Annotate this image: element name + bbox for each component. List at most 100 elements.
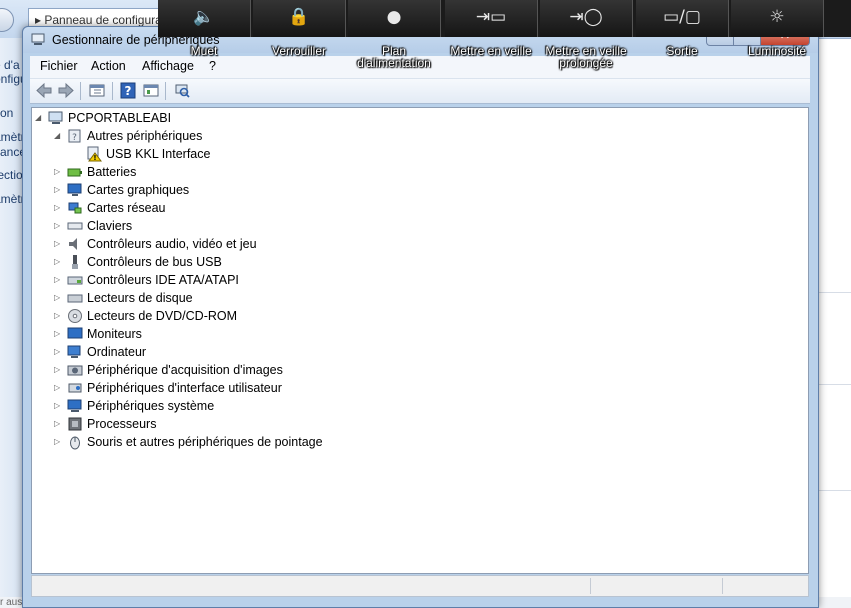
- left-pane-text[interactable]: e d'a: [0, 58, 20, 72]
- menu-affichage[interactable]: Affichage: [142, 59, 194, 73]
- expand-arrow-icon[interactable]: ▷: [54, 181, 63, 199]
- expand-arrow-icon[interactable]: ▷: [54, 433, 63, 451]
- overlay-button-label: Muet: [190, 44, 218, 58]
- tree-device-usb-kkl[interactable]: ! USB KKL Interface: [32, 145, 802, 163]
- overlay-button-label: Luminosité: [747, 44, 807, 58]
- expand-arrow-icon[interactable]: ▷: [54, 163, 63, 181]
- warning-device-icon: !: [87, 146, 102, 162]
- disk-drive-icon: [67, 294, 83, 303]
- tree-category[interactable]: ▷ Ordinateur: [32, 343, 802, 361]
- overlay-button-label: Sortie: [666, 44, 698, 58]
- display-output-icon: ▭/▢: [663, 7, 701, 27]
- status-bar: [31, 575, 809, 597]
- background-back-button[interactable]: [0, 8, 14, 32]
- overlay-button-label: Verrouiller: [271, 44, 327, 58]
- tree-category-autres[interactable]: ◢ ? Autres périphériques: [32, 127, 802, 145]
- tree-category[interactable]: ▷ Moniteurs: [32, 325, 802, 343]
- tree-category[interactable]: ▷ Contrôleurs IDE ATA/ATAPI: [32, 271, 802, 289]
- menu-action[interactable]: Action: [91, 59, 126, 73]
- overlay-button[interactable]: 🔈: [158, 0, 251, 37]
- tree-category[interactable]: ▷ Contrôleurs audio, vidéo et jeu: [32, 235, 802, 253]
- collapse-arrow-icon[interactable]: ◢: [54, 127, 63, 145]
- expand-arrow-icon[interactable]: ▷: [54, 217, 63, 235]
- tree-category-label: Cartes réseau: [87, 201, 166, 215]
- help-icon[interactable]: ?: [119, 82, 137, 99]
- tree-category[interactable]: ▷ Périphériques d'interface utilisateur: [32, 379, 802, 397]
- brightness-icon: ☼: [769, 7, 785, 27]
- tree-category-label: Souris et autres périphériques de pointa…: [87, 435, 323, 449]
- forward-arrow-icon[interactable]: [57, 82, 75, 99]
- expand-arrow-icon[interactable]: ▷: [54, 343, 63, 361]
- expand-arrow-icon[interactable]: ▷: [54, 289, 63, 307]
- expand-arrow-icon[interactable]: ▷: [54, 415, 63, 433]
- expand-arrow-icon[interactable]: ▷: [54, 325, 63, 343]
- expand-arrow-icon[interactable]: ▷: [54, 397, 63, 415]
- scan-hardware-icon[interactable]: [173, 82, 191, 99]
- tree-category-label: Autres périphériques: [87, 129, 203, 143]
- toolbar: ?: [30, 79, 810, 104]
- tree-root[interactable]: ◢ PCPORTABLEABI: [32, 109, 802, 127]
- menu-fichier[interactable]: Fichier: [40, 59, 78, 73]
- tree-category-label: Périphérique d'acquisition d'images: [87, 363, 283, 377]
- hid-icon: [68, 383, 82, 393]
- left-pane-text[interactable]: vance: [0, 145, 24, 159]
- svg-text:!: !: [93, 154, 96, 162]
- imaging-device-icon: [67, 365, 83, 376]
- keyboard-icon: [67, 222, 83, 230]
- hibernate-icon: ⇥◯: [569, 7, 603, 27]
- tree-category[interactable]: ▷ Processeurs: [32, 415, 802, 433]
- tree-category[interactable]: ▷ Souris et autres périphériques de point…: [32, 433, 802, 451]
- device-manager-window: Gestionnaire de périphériques ✕ Fichier …: [22, 26, 819, 608]
- tree-category-label: Claviers: [87, 219, 133, 233]
- overlay-button[interactable]: ●: [348, 0, 441, 37]
- lock-icon: 🔒: [288, 7, 310, 27]
- ide-controller-icon: [67, 276, 83, 285]
- processor-icon: [68, 417, 82, 431]
- expand-arrow-icon[interactable]: ▷: [54, 271, 63, 289]
- tree-category[interactable]: ▷ Cartes graphiques: [32, 181, 802, 199]
- overlay-button[interactable]: ▭/▢: [636, 0, 729, 37]
- expand-arrow-icon[interactable]: ▷: [54, 361, 63, 379]
- left-pane-text[interactable]: amètr: [0, 192, 24, 206]
- tree-category-label: Lecteurs de disque: [87, 291, 193, 305]
- tree-category[interactable]: ▷ Lecteurs de DVD/CD-ROM: [32, 307, 802, 325]
- tree-category-label: Processeurs: [87, 417, 157, 431]
- expand-arrow-icon[interactable]: ▷: [54, 199, 63, 217]
- expand-arrow-icon[interactable]: ▷: [54, 235, 63, 253]
- device-manager-icon: [31, 33, 45, 45]
- device-tree: ◢ PCPORTABLEABI ◢ ? Autres périphériques…: [31, 107, 809, 574]
- overlay-button[interactable]: ☼: [731, 0, 824, 37]
- left-pane-text[interactable]: tion: [0, 106, 13, 120]
- tree-category[interactable]: ▷ Lecteurs de disque: [32, 289, 802, 307]
- network-card-icon: [68, 202, 82, 214]
- usb-controller-icon: [72, 255, 78, 269]
- expand-arrow-icon[interactable]: ▷: [54, 307, 63, 325]
- tree-category-label: Contrôleurs audio, vidéo et jeu: [87, 237, 257, 251]
- left-pane-text[interactable]: tectio: [0, 168, 23, 182]
- back-arrow-icon[interactable]: [35, 82, 53, 99]
- expand-arrow-icon[interactable]: ▷: [54, 253, 63, 271]
- graphics-card-icon: [67, 183, 82, 196]
- tree-category[interactable]: ▷ Périphériques système: [32, 397, 802, 415]
- tree-category[interactable]: ▷ Cartes réseau: [32, 199, 802, 217]
- mute-speaker-icon: 🔈: [193, 7, 215, 27]
- tree-category[interactable]: ▷ Périphérique d'acquisition d'images: [32, 361, 802, 379]
- background-left-pane: e d'a onfigu tion amètr vance tectio amè…: [0, 38, 24, 608]
- left-pane-text[interactable]: onfigu: [0, 72, 24, 86]
- expand-arrow-icon[interactable]: ▷: [54, 379, 63, 397]
- collapse-arrow-icon[interactable]: ◢: [35, 109, 44, 127]
- tree-category[interactable]: ▷ Contrôleurs de bus USB: [32, 253, 802, 271]
- overlay-button[interactable]: 🔒: [253, 0, 346, 37]
- sleep-icon: ⇥▭: [475, 7, 507, 27]
- tree-category-label: Cartes graphiques: [87, 183, 190, 197]
- view-icon[interactable]: [142, 82, 160, 99]
- overlay-button[interactable]: ⇥▭: [445, 0, 538, 37]
- properties-icon[interactable]: [88, 82, 106, 99]
- dvd-drive-icon: [68, 309, 82, 323]
- tree-category[interactable]: ▷ Batteries: [32, 163, 802, 181]
- tree-category-label: Périphériques système: [87, 399, 215, 413]
- left-pane-text[interactable]: amètr: [0, 130, 24, 144]
- menu-help[interactable]: ?: [209, 59, 216, 73]
- overlay-button[interactable]: ⇥◯: [540, 0, 633, 37]
- tree-category[interactable]: ▷ Claviers: [32, 217, 802, 235]
